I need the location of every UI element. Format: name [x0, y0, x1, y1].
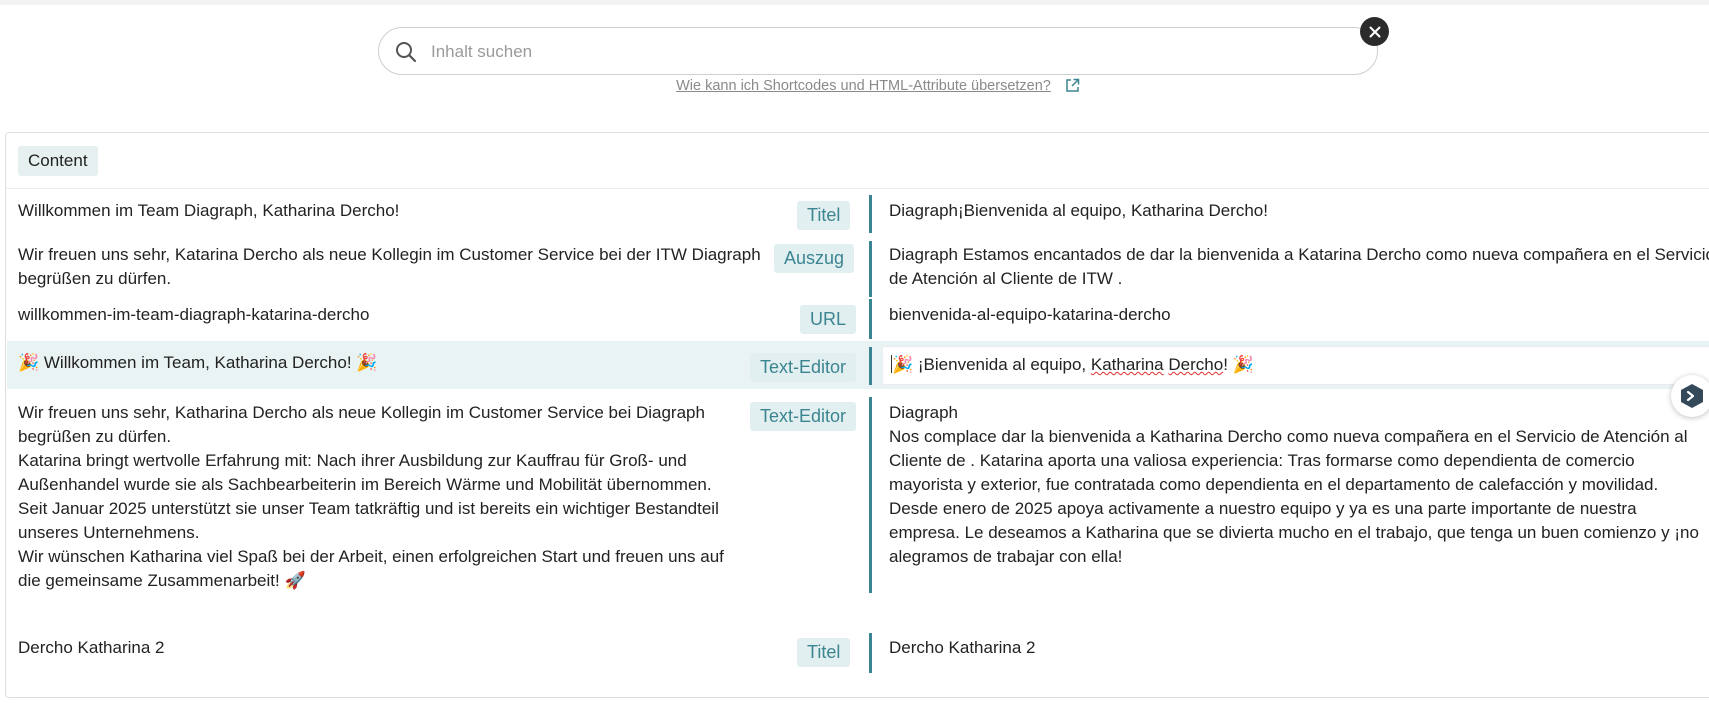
field-tag: Auszug [774, 244, 855, 273]
source-text: Wir freuen uns sehr, Katarina Dercho als… [18, 245, 761, 288]
spellcheck-word: Dercho [1168, 355, 1224, 374]
search-icon [394, 40, 418, 64]
spellcheck-word: Katharina [1090, 355, 1164, 374]
close-icon [1369, 26, 1380, 37]
content-section-tag: Content [18, 146, 98, 176]
target-text[interactable]: Dercho Katharina 2 [889, 636, 1709, 660]
target-text[interactable]: bienvenida-al-equipo-katarina-dercho [889, 303, 1709, 327]
target-text[interactable]: Diagraph Estamos encantados de dar la bi… [889, 243, 1709, 291]
top-border [0, 0, 1709, 5]
translation-row-title: Willkommen im Team Diagraph, Katharina D… [7, 189, 1709, 237]
row-accent-bar [869, 241, 872, 297]
party-emoji: 🎉 [1232, 355, 1254, 374]
search-input[interactable] [429, 34, 1333, 70]
target-text[interactable]: Diagraph¡Bienvenida al equipo, Katharina… [889, 199, 1709, 223]
external-link-icon[interactable] [1065, 78, 1080, 93]
row-accent-bar [869, 397, 872, 593]
target-text[interactable]: Diagraph Nos complace dar la bienvenida … [889, 401, 1709, 569]
row-accent-bar [869, 633, 872, 673]
editor-text-b: ! [1223, 355, 1233, 374]
translation-row-excerpt: Wir freuen uns sehr, Katarina Dercho als… [7, 237, 1709, 301]
source-text: willkommen-im-team-diagraph-katarina-der… [18, 305, 370, 324]
source-text: Wir freuen uns sehr, Katharina Dercho al… [18, 403, 724, 590]
clear-search-button[interactable] [1360, 17, 1389, 46]
source-text: 🎉 Willkommen im Team, Katharina Dercho! … [18, 353, 378, 372]
translation-row-active: 🎉 Willkommen im Team, Katharina Dercho! … [7, 341, 1709, 389]
translation-panel: Content Willkommen im Team Diagraph, Kat… [5, 132, 1709, 698]
field-tag: Titel [797, 201, 851, 230]
row-accent-bar [869, 299, 872, 339]
field-tag: Text-Editor [750, 402, 857, 431]
translation-editor[interactable]: 🎉 ¡Bienvenida al equipo, Katharina Derch… [882, 346, 1709, 385]
source-text: Willkommen im Team Diagraph, Katharina D… [18, 201, 400, 220]
field-tag: Text-Editor [750, 353, 857, 382]
row-accent-bar [869, 195, 872, 233]
editor-text-a: ¡Bienvenida al equipo, [913, 355, 1091, 374]
help-row: Wie kann ich Shortcodes und HTML-Attribu… [0, 78, 1709, 94]
search-bar[interactable] [378, 27, 1378, 75]
party-emoji: 🎉 [892, 355, 914, 374]
source-text: Dercho Katharina 2 [18, 638, 165, 657]
assistant-icon [1681, 384, 1703, 408]
field-tag: URL [800, 305, 857, 334]
field-tag: Titel [797, 638, 851, 667]
translation-row-title-2: Dercho Katharina 2 Titel Dercho Katharin… [7, 633, 1709, 685]
translation-row-body: Wir freuen uns sehr, Katharina Dercho al… [7, 391, 1709, 593]
editor-content[interactable]: 🎉 ¡Bienvenida al equipo, Katharina Derch… [891, 353, 1254, 377]
row-accent-bar [869, 347, 872, 385]
help-link[interactable]: Wie kann ich Shortcodes und HTML-Attribu… [676, 78, 1051, 94]
assistant-button[interactable] [1671, 375, 1709, 417]
